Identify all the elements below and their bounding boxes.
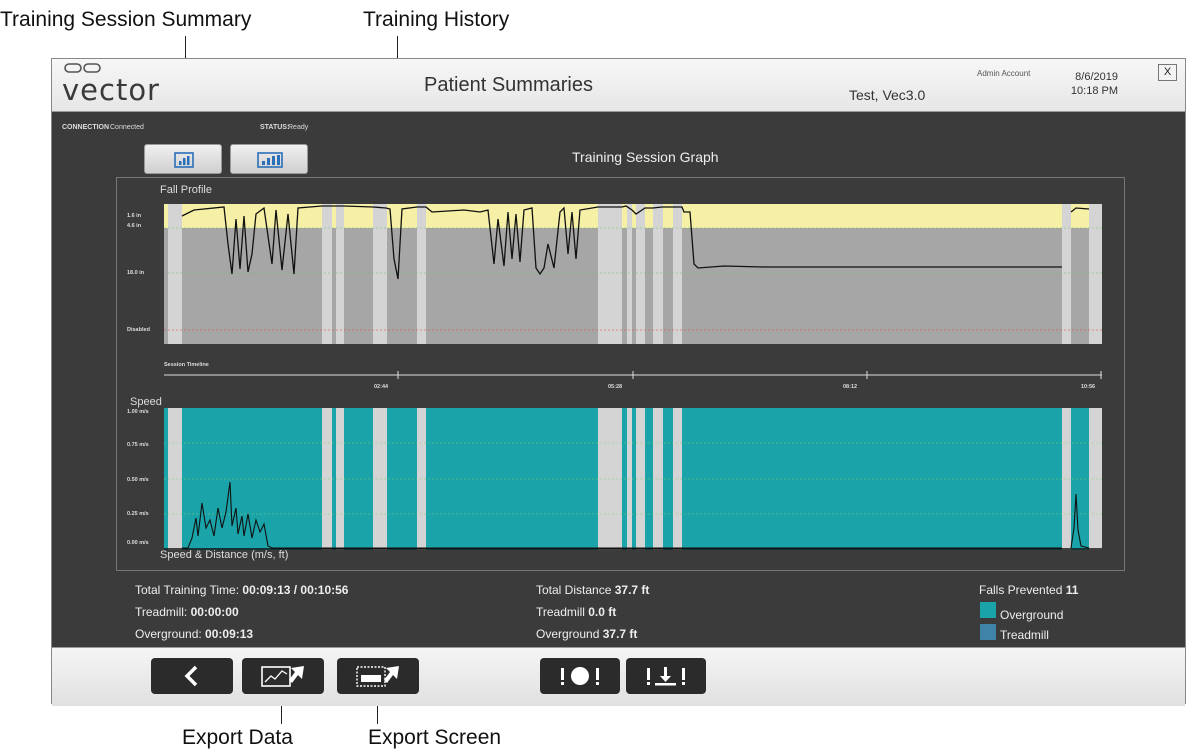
total-distance-label: Total Distance [536, 583, 612, 597]
pause-band [627, 204, 632, 344]
bar-chart-icon [174, 152, 194, 168]
pause-band [417, 204, 426, 344]
callout-export-screen: Export Screen [368, 726, 502, 749]
legend-overground: Overground [1000, 608, 1064, 622]
overground-distance-label: Overground [536, 627, 600, 641]
speed-tick-0-00: 0.00 m/s [127, 540, 149, 546]
total-distance: Total Distance 37.7 ft [536, 583, 649, 597]
fall-profile-label: Fall Profile [160, 184, 212, 196]
date: 8/6/2019 [1075, 71, 1118, 83]
top-bar: vector Patient Summaries Test, Vec3.0 Ad… [52, 59, 1185, 112]
speed-tick-1-00: 1.00 m/s [127, 409, 149, 415]
pause-band [373, 204, 387, 344]
speed-tick-0-50: 0.50 m/s [127, 477, 149, 483]
download-icon [647, 667, 685, 686]
legend-treadmill: Treadmill [1000, 628, 1049, 642]
download-button[interactable] [626, 658, 706, 694]
pause-band [336, 204, 344, 344]
timeline-tick-label: 10:56 [1081, 384, 1096, 390]
export-screen-button[interactable] [337, 658, 419, 694]
treadmill-distance-label: Treadmill [536, 605, 585, 619]
falls-label: Falls Prevented [979, 583, 1063, 597]
bar-chart-icon [257, 152, 283, 168]
fall-profile-chart [164, 204, 1102, 344]
pause-band [168, 204, 182, 344]
bottom-toolbar [52, 647, 1185, 706]
treadmill-time-value: 00:00:00 [190, 605, 239, 619]
timeline-tick-label: 08:12 [843, 384, 858, 390]
status-label: STATUS: [260, 124, 290, 131]
logo: vector [62, 73, 160, 107]
export-data-button[interactable] [242, 658, 324, 694]
pause-band [322, 204, 332, 344]
fall-tick-18in: 18.0 in [127, 270, 145, 276]
status-value: Ready [288, 124, 309, 131]
close-button[interactable]: X [1158, 64, 1177, 81]
graph-title: Training Session Graph [572, 149, 719, 165]
treadmill-time: Treadmill: 00:00:00 [135, 605, 239, 619]
speed-label: Speed [130, 396, 162, 408]
callout-export-data: Export Data [182, 726, 293, 749]
chevron-left-icon [184, 665, 198, 687]
legend-swatch-treadmill [980, 624, 996, 640]
total-time-value: 00:09:13 / 00:10:56 [242, 583, 349, 597]
back-button[interactable] [151, 658, 233, 694]
treadmill-distance: Treadmill 0.0 ft [536, 605, 616, 619]
overground-time-label: Overground: [135, 627, 202, 641]
falls-prevented: Falls Prevented 11 [979, 583, 1078, 597]
callout-training-session-summary: Training Session Summary [0, 8, 252, 31]
pause-band [168, 408, 182, 550]
alert-button[interactable] [540, 658, 620, 694]
training-session-graph: Fall Profile 1.6 in 4.6 in 18.0 in Disab… [116, 177, 1125, 571]
time: 10:18 PM [1070, 85, 1118, 97]
treadmill-distance-value: 0.0 ft [588, 605, 617, 619]
speed-chart [164, 408, 1102, 550]
export-data-icon [261, 666, 304, 687]
training-session-summary-button[interactable] [144, 144, 222, 174]
vector-logo-icon [64, 63, 101, 73]
total-training-time: Total Training Time: 00:09:13 / 00:10:56 [135, 583, 348, 597]
pause-band [1089, 204, 1102, 344]
export-screen-icon [356, 666, 399, 687]
overground-distance-value: 37.7 ft [602, 627, 638, 641]
timeline-label: Session Timeline [164, 362, 209, 368]
connection-label: CONNECTION [62, 124, 110, 131]
falls-value: 11 [1065, 583, 1079, 597]
overground-time-value: 00:09:13 [205, 627, 254, 641]
connection-value: Connected [110, 124, 144, 131]
speed-tick-0-25: 0.25 m/s [127, 511, 149, 517]
overground-time: Overground: 00:09:13 [135, 627, 253, 641]
alert-icon [561, 667, 599, 685]
distance-label: Speed & Distance (m/s, ft) [160, 549, 289, 561]
fall-tick-disabled: Disabled [127, 327, 150, 333]
fall-tick-1-6in: 1.6 in [127, 213, 142, 219]
pause-band [673, 204, 682, 344]
pause-band [1062, 204, 1071, 344]
patient-name: Test, Vec3.0 [849, 87, 926, 103]
total-distance-value: 37.7 ft [614, 583, 650, 597]
speed-tick-0-75: 0.75 m/s [127, 442, 149, 448]
pause-band [636, 204, 645, 344]
app-window: vector Patient Summaries Test, Vec3.0 Ad… [51, 58, 1186, 706]
timeline-tick-label: 02:44 [374, 384, 389, 390]
pause-band [598, 204, 622, 344]
fall-tick-4-6in: 4.6 in [127, 223, 142, 229]
callout-training-history: Training History [363, 8, 510, 31]
timeline-tick-label: 05:28 [608, 384, 623, 390]
overground-distance: Overground 37.7 ft [536, 627, 637, 641]
legend-swatch-overground [980, 602, 996, 618]
treadmill-time-label: Treadmill: [135, 605, 188, 619]
account-label: Admin Account [977, 69, 1031, 78]
total-time-label: Total Training Time: [135, 583, 240, 597]
page-title: Patient Summaries [424, 74, 593, 96]
session-timeline [164, 371, 1102, 379]
pause-band [322, 408, 332, 550]
pause-band [653, 204, 663, 344]
training-history-button[interactable] [230, 144, 308, 174]
